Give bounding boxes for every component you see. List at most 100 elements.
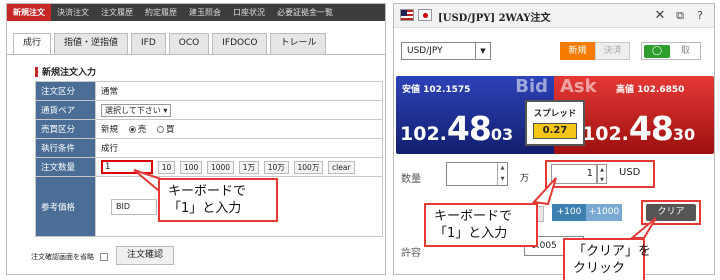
radio-sell[interactable]	[128, 126, 136, 133]
ask-price-head: 102.	[582, 123, 629, 145]
order-type-value: 通常	[95, 81, 383, 101]
bid-side-label: Bid	[515, 76, 548, 97]
radio-buy-label: 買	[165, 125, 175, 135]
reference-bid-box: BID	[111, 198, 157, 215]
window-titlebar: [USD/JPY] 2WAY注文 ✕ ⧉ ?	[394, 4, 714, 28]
jp-flag-icon	[418, 9, 432, 21]
screenshot-root: 新規注文 決済注文 注文履歴 約定履歴 建玉照会 口座状況 必要証拠金一覧 成行…	[0, 0, 720, 280]
allowance-label: 許容	[401, 248, 421, 259]
currency-label: USD	[619, 167, 641, 178]
callout-clear-click: 「クリア」を クリック	[563, 238, 652, 280]
plus-100-button[interactable]: +100	[552, 204, 586, 221]
tab-ifd[interactable]: IFD	[131, 33, 166, 54]
plus-1000-button[interactable]: +1000	[586, 204, 622, 221]
callout-pointer-right	[531, 177, 557, 206]
skip-confirm-checkbox[interactable]	[100, 253, 108, 261]
qty-100-button[interactable]: 100	[179, 160, 203, 174]
pair-select-text: 選択して下さい	[105, 105, 161, 115]
order-type-label: 注文区分	[35, 81, 96, 101]
quantity-label: 数量	[401, 174, 421, 185]
low-label: 安値	[402, 85, 421, 95]
help-icon[interactable]: ?	[692, 8, 708, 24]
title-marker	[35, 66, 38, 77]
callout-right-line2: 「1」と入力	[434, 226, 508, 241]
stepper-arrows-icon[interactable]: ▲ ▼	[597, 164, 607, 184]
new-order-panel: 新規注文 決済注文 注文履歴 約定履歴 建玉照会 口座状況 必要証拠金一覧 成行…	[6, 3, 386, 275]
ask-price: 102.4830	[582, 112, 695, 155]
high-label: 高値	[616, 85, 635, 95]
row-condition: 執行条件 成行	[35, 138, 383, 158]
bid-price-head: 102.	[400, 123, 447, 145]
skip-confirm-option: 注文確認画面を省略	[31, 252, 108, 262]
radio-buy[interactable]	[156, 126, 164, 133]
quantity-label: 注文数量	[35, 157, 96, 177]
pair-dropdown-text: USD/JPY	[407, 46, 443, 56]
toggle-off-label: 取	[680, 46, 690, 56]
new-toggle-button[interactable]: 新規	[560, 42, 595, 60]
row-order-type: 注文区分 通常	[35, 81, 383, 101]
settle-toggle-button[interactable]: 決済	[595, 42, 630, 60]
us-flag-icon	[400, 9, 414, 21]
nav-positions[interactable]: 建玉照会	[183, 4, 227, 21]
lot-quantity-input[interactable]: ▲ ▼	[446, 162, 508, 186]
nav-settle-order[interactable]: 決済注文	[51, 4, 95, 21]
qty-10k-button[interactable]: 1万	[238, 160, 260, 174]
tab-ifdoco[interactable]: IFDOCO	[212, 33, 268, 54]
low-price: 安値 102.1575	[402, 82, 470, 95]
man-unit-label: 万	[520, 174, 530, 184]
popout-icon[interactable]: ⧉	[672, 8, 688, 24]
side-new-text: 新規	[101, 125, 119, 135]
callout-clear-line1: 「クリア」を	[573, 244, 652, 259]
callout-right-keyboard-input: キーボードで 「1」と入力	[424, 203, 538, 247]
high-value: 102.6850	[637, 85, 685, 95]
side-label: 売買区分	[35, 119, 96, 139]
tab-divider	[7, 54, 385, 55]
tab-limit-stop[interactable]: 指値・逆指値	[54, 33, 129, 54]
high-price: 高値 102.6850	[616, 82, 684, 95]
pair-select[interactable]: 選択して下さい ▾	[101, 103, 172, 117]
form-title: 新規注文入力	[35, 65, 96, 78]
pair-label: 通貨ペア	[35, 100, 96, 120]
chevron-down-icon: ▼	[475, 43, 490, 59]
callout-pointer-clear	[630, 217, 657, 239]
condition-label: 執行条件	[35, 138, 96, 158]
order-type-tabs: 成行 指値・逆指値 IFD OCO IFDOCO トレール	[13, 33, 329, 55]
row-quantity: 注文数量 1 10 100 1000 1万 10万 100万 clear	[35, 157, 383, 177]
skip-confirm-label: 注文確認画面を省略	[31, 253, 94, 261]
order-confirm-button[interactable]: 注文確認	[116, 246, 175, 265]
chevron-down-icon: ▾	[163, 105, 168, 115]
condition-value: 成行	[95, 138, 383, 158]
close-icon[interactable]: ✕	[652, 8, 668, 24]
top-nav: 新規注文 決済注文 注文履歴 約定履歴 建玉照会 口座状況 必要証拠金一覧	[7, 4, 385, 21]
spread-value: 0.27	[532, 123, 578, 139]
usd-quantity-highlight: 1 ▲ ▼ USD	[545, 160, 655, 188]
pair-dropdown[interactable]: USD/JPY ▼	[401, 42, 491, 60]
stepper-arrows-icon[interactable]: ▲ ▼	[497, 163, 507, 185]
one-click-toggle[interactable]: ◯ 取	[641, 42, 701, 60]
nav-new-order[interactable]: 新規注文	[7, 4, 51, 21]
callout-clear-line2: クリック	[573, 261, 626, 276]
nav-margin-list[interactable]: 必要証拠金一覧	[271, 4, 339, 21]
nav-execution-history[interactable]: 約定履歴	[139, 4, 183, 21]
qty-100k-button[interactable]: 10万	[263, 160, 289, 174]
callout-left-line2: 「1」と入力	[168, 201, 242, 216]
nav-account-status[interactable]: 口座状況	[227, 4, 271, 21]
radio-sell-label: 売	[137, 125, 147, 135]
qty-1000-button[interactable]: 1000	[206, 160, 235, 174]
tab-trail[interactable]: トレール	[270, 33, 327, 54]
bid-price-tail: 03	[490, 125, 514, 144]
window-title: [USD/JPY] 2WAY注文	[438, 13, 551, 24]
callout-left-keyboard-input: キーボードで 「1」と入力	[158, 178, 278, 222]
low-value: 102.1575	[423, 85, 471, 95]
row-pair: 通貨ペア 選択して下さい ▾	[35, 100, 383, 120]
form-title-text: 新規注文入力	[42, 68, 97, 78]
ask-price-mid: 48	[628, 109, 674, 148]
row-side: 売買区分 新規 売 買	[35, 119, 383, 139]
qty-clear-button[interactable]: clear	[328, 160, 355, 174]
nav-order-history[interactable]: 注文履歴	[95, 4, 139, 21]
qty-1m-button[interactable]: 100万	[293, 160, 324, 174]
tab-oco[interactable]: OCO	[168, 33, 210, 54]
tab-market[interactable]: 成行	[13, 33, 52, 55]
callout-left-line1: キーボードで	[168, 184, 247, 199]
bid-price: 102.4803	[400, 112, 513, 155]
